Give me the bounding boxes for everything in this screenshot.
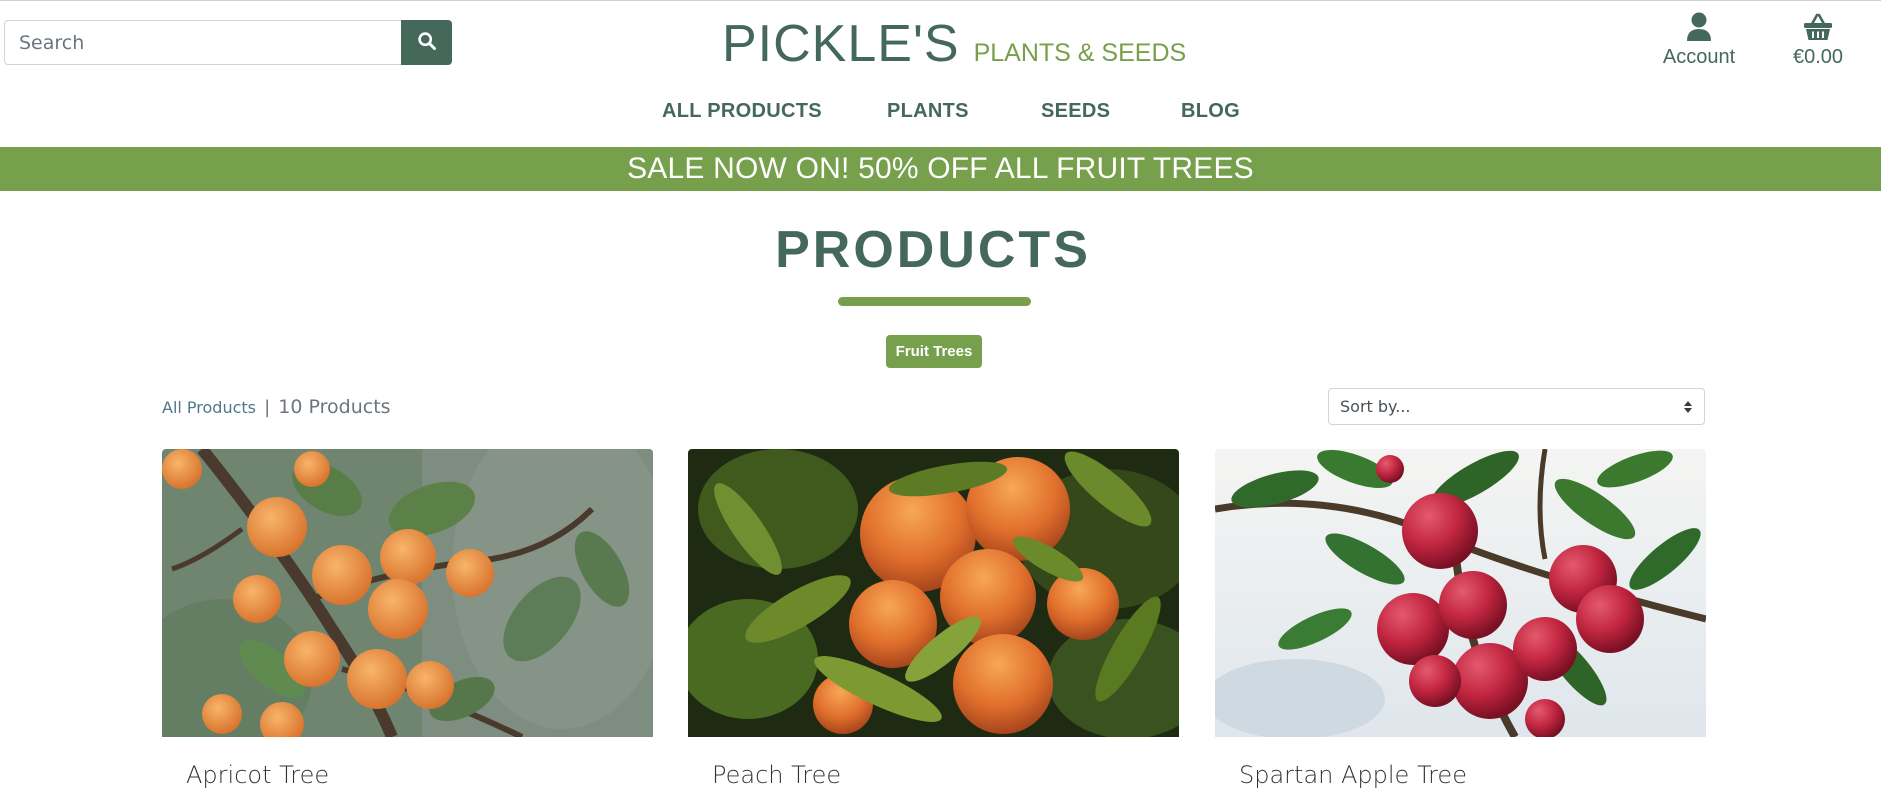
nav-plants[interactable]: PLANTS xyxy=(887,100,969,123)
product-name[interactable]: Apricot Tree xyxy=(186,761,329,789)
brand-tagline: PLANTS & SEEDS xyxy=(973,39,1187,67)
shopping-basket-icon xyxy=(1778,12,1858,42)
product-image-spartan-apple[interactable] xyxy=(1215,449,1706,737)
main-navigation: ALL PRODUCTS PLANTS SEEDS BLOG xyxy=(0,100,1881,130)
account-link[interactable]: Account xyxy=(1654,12,1744,69)
brand-logo[interactable]: PICKLE'S PLANTS & SEEDS xyxy=(722,14,1186,74)
sale-banner-text: SALE NOW ON! 50% OFF ALL FRUIT TREES xyxy=(627,152,1254,185)
search-icon xyxy=(417,31,437,54)
basket-total: €0.00 xyxy=(1792,46,1844,68)
search-button[interactable] xyxy=(401,20,452,65)
basket-link[interactable]: €0.00 xyxy=(1778,12,1858,69)
user-icon xyxy=(1654,12,1744,42)
brand-name: PICKLE'S xyxy=(722,15,960,73)
sort-select[interactable]: Sort by... xyxy=(1328,388,1705,425)
product-card[interactable]: Spartan Apple Tree xyxy=(1215,449,1706,792)
product-image-apricot[interactable] xyxy=(162,449,653,737)
sale-banner: SALE NOW ON! 50% OFF ALL FRUIT TREES xyxy=(0,147,1881,191)
nav-all-products[interactable]: ALL PRODUCTS xyxy=(662,100,822,123)
search-form xyxy=(4,20,452,65)
product-name[interactable]: Spartan Apple Tree xyxy=(1239,761,1467,789)
product-image-peach[interactable] xyxy=(688,449,1179,737)
all-products-link[interactable]: All Products xyxy=(162,398,256,417)
account-label: Account xyxy=(1662,46,1736,68)
product-count: 10 Products xyxy=(278,396,391,418)
top-border xyxy=(0,0,1881,1)
title-underline xyxy=(838,297,1031,306)
product-name[interactable]: Peach Tree xyxy=(712,761,841,789)
nav-seeds[interactable]: SEEDS xyxy=(1041,100,1110,123)
search-input[interactable] xyxy=(4,20,401,65)
results-separator: | xyxy=(264,397,271,418)
page-title: PRODUCTS xyxy=(775,221,1091,279)
results-summary: All Products | 10 Products xyxy=(162,396,391,418)
sort-icon xyxy=(1683,399,1693,415)
category-badge-fruit-trees[interactable]: Fruit Trees xyxy=(886,335,982,368)
product-card[interactable]: Peach Tree xyxy=(688,449,1179,792)
product-card[interactable]: Apricot Tree xyxy=(162,449,653,792)
nav-blog[interactable]: BLOG xyxy=(1181,100,1240,123)
sort-selected-value: Sort by... xyxy=(1340,397,1411,416)
